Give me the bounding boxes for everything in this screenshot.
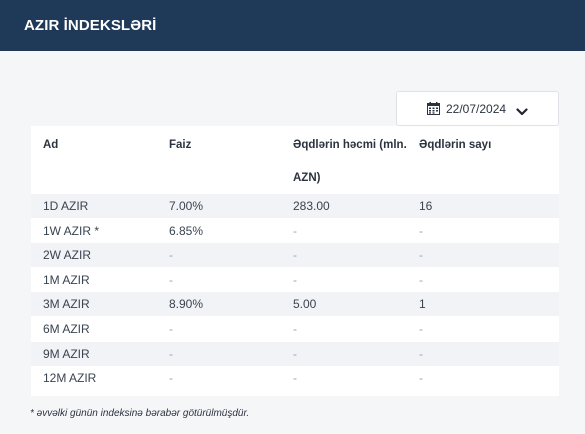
azir-index-table: Ad Faiz Əqdlərin həcmi (mln. AZN) Əqdlər… [31,126,559,396]
cell-rate: - [169,371,173,386]
cell-count: - [419,248,423,263]
cell-volume: - [293,322,297,336]
cell-rate: - [169,272,173,287]
cell-name: 1D AZIR [43,199,89,213]
cell-rate: - [169,346,173,361]
cell-name: 9M AZIR [43,346,90,361]
cell-name: 2W AZIR [43,248,92,263]
column-header-name: Ad [43,139,59,151]
cell-count: - [419,223,423,238]
cell-volume: - [293,371,297,386]
cell-count: - [419,322,423,336]
cell-volume: - [293,346,297,361]
table-row: 6M AZIR - - - [31,317,559,341]
column-header-volume-unit: AZN) [293,172,321,184]
cell-volume: 283.00 [293,199,330,213]
cell-volume: - [293,272,297,287]
table-row: 1W AZIR * 6.85% - - [31,219,559,243]
cell-count: - [419,272,423,287]
footnote: * əvvəlki günün indeksinə bərabər götürü… [30,408,250,419]
table-header: Ad Faiz Əqdlərin həcmi (mln. AZN) Əqdlər… [31,126,559,192]
table-row: 12M AZIR - - - [31,366,559,390]
calendar-icon [427,102,440,115]
cell-count: - [419,371,423,386]
page-header: AZIR İNDEKSLƏRİ [0,0,585,51]
cell-name: 6M AZIR [43,322,90,336]
cell-volume: 5.00 [293,297,317,312]
table-row: 9M AZIR - - - [31,341,559,366]
cell-name: 1M AZIR [43,272,90,287]
cell-rate: 7.00% [169,199,204,213]
cell-count: 1 [419,297,426,312]
page-title: AZIR İNDEKSLƏRİ [24,17,157,34]
cell-rate: - [169,322,173,336]
cell-volume: - [293,223,297,238]
cell-volume: - [293,248,297,263]
cell-rate: - [169,248,173,263]
chevron-down-icon [516,104,528,115]
table-row: 1D AZIR 7.00% 283.00 16 [31,194,559,218]
table-row: 3M AZIR 8.90% 5.00 1 [31,292,559,317]
column-header-count: Əqdlərin sayı [419,139,492,151]
cell-count: - [419,346,423,361]
cell-name: 3M AZIR [43,297,90,312]
cell-rate: 8.90% [169,297,204,312]
table-row: 2W AZIR - - - [31,243,559,268]
cell-name: 1W AZIR * [43,223,100,238]
column-header-volume: Əqdlərin həcmi (mln. [293,139,407,151]
cell-count: 16 [419,199,433,213]
date-value: 22/07/2024 [446,101,507,116]
cell-rate: 6.85% [169,223,204,238]
column-header-rate: Faiz [169,139,192,151]
table-row: 1M AZIR - - - [31,268,559,292]
cell-name: 12M AZIR [43,371,97,386]
date-picker[interactable]: 22/07/2024 [396,91,559,126]
